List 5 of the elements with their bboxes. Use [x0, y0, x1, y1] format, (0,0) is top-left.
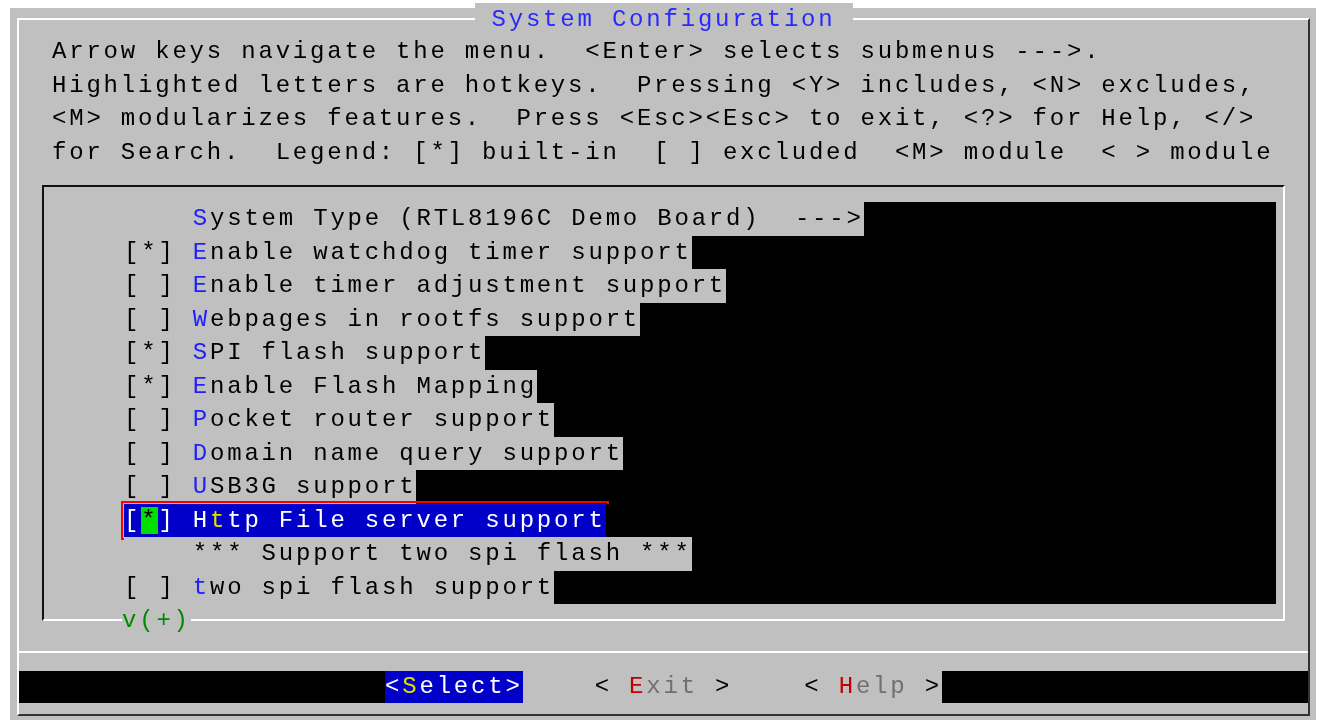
menu-item[interactable]: [*] H t tp File server support — [124, 503, 606, 537]
menu-button[interactable]: < Exit > — [594, 671, 733, 703]
menu-button[interactable]: < H elp > — [804, 671, 942, 703]
help-text: Arrow keys navigate the menu. <Enter> selects submenus --->. Highlighted letters are hotkeys. Pressing <Y> includes, <N> excludes, <M> modularizes features. Press <Esc><Esc> to exit, <?> for Help, </> for Search. Legend: [*] built-in [ ] excluded <M> module < > module — [52, 37, 1275, 168]
menu-button[interactable]: <S elect> — [385, 671, 523, 703]
